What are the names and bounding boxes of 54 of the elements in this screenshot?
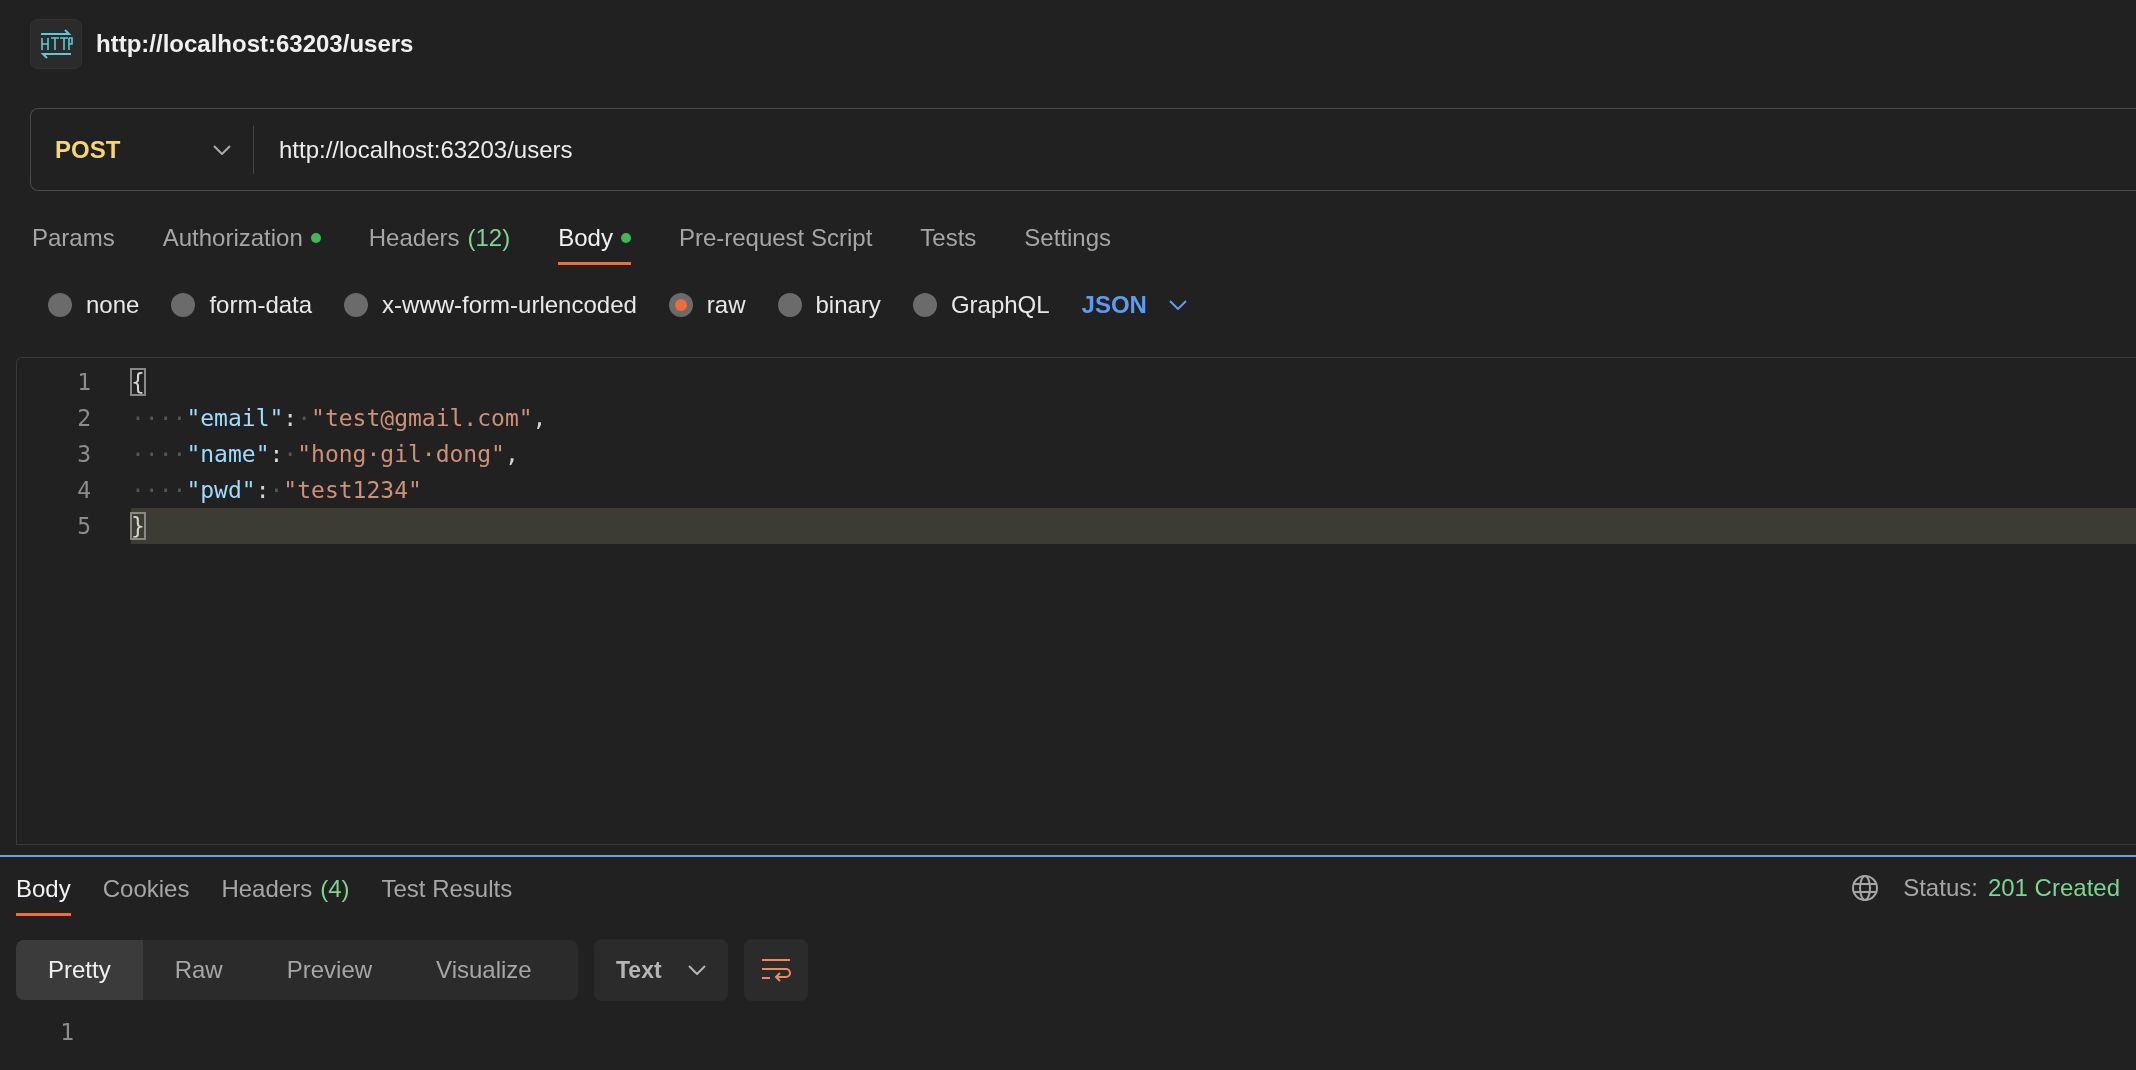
response-tab[interactable]: Test Results (381, 860, 513, 916)
status-value: 201 Created (1987, 874, 2120, 902)
request-tab[interactable]: Headers (12) (368, 209, 511, 265)
line-number: 3 (76, 441, 91, 467)
line-number: 4 (76, 477, 91, 503)
response-tab[interactable]: Headers (4) (221, 860, 350, 916)
line-number: 1 (59, 1019, 74, 1045)
method-dropdown[interactable]: POST (31, 109, 253, 190)
code-text: ····"name":·"hong·gil·dong", (131, 440, 520, 469)
view-mode-option[interactable]: Pretty (16, 940, 143, 1000)
view-mode-option[interactable]: Raw (142, 940, 255, 1000)
radio-label: GraphQL (950, 291, 1050, 319)
request-tab[interactable]: Body (558, 209, 631, 265)
view-mode-option[interactable]: Preview (254, 940, 405, 1000)
radio-label: none (86, 291, 140, 319)
body-type-radio[interactable]: raw (668, 291, 746, 319)
radio-label: form-data (209, 291, 313, 319)
url-field[interactable]: http://localhost:63203/users (254, 135, 2136, 164)
view-mode-option[interactable]: Visualize (404, 940, 564, 1000)
request-title: http://localhost:63203/users (96, 30, 414, 58)
format-dropdown[interactable]: Text (594, 939, 728, 1001)
code-text: ····"email":·"test@gmail.com", (131, 404, 548, 433)
request-tab[interactable]: Pre-request Script (678, 209, 873, 265)
line-number: 2 (76, 405, 91, 431)
radio-label: binary (815, 291, 881, 319)
response-tab[interactable]: Cookies (102, 860, 190, 916)
response-tab[interactable]: Body (16, 860, 71, 916)
request-tab[interactable]: Tests (920, 209, 977, 265)
count-label: (4) (320, 874, 350, 903)
chevron-down-icon (687, 965, 706, 975)
code-text: } (131, 508, 2136, 544)
body-type-radio[interactable]: binary (777, 291, 881, 319)
body-type-radio[interactable]: GraphQL (912, 291, 1050, 319)
format-dropdown[interactable]: JSON (1081, 291, 1187, 319)
count-label: (12) (467, 223, 511, 252)
code-text: { (131, 368, 146, 397)
line-number: 1 (76, 369, 91, 395)
wrap-lines-icon (759, 957, 792, 983)
body-type-radio[interactable]: form-data (171, 291, 313, 319)
chevron-down-icon (213, 144, 231, 155)
radio-label: raw (706, 291, 746, 319)
http-icon (30, 19, 82, 69)
request-tab[interactable]: Params (32, 209, 115, 265)
chevron-down-icon (1168, 300, 1187, 310)
body-type-radio[interactable]: none (48, 291, 140, 319)
request-tab[interactable]: Authorization (162, 209, 321, 265)
code-text: ····"pwd":·"test1234" (131, 476, 423, 505)
code-editor[interactable]: 1 { 2 ····"email":·"test@gmail.com", 3 ····"name":·"hong·gil·dong", 4 ····"pwd":·"test1234" 5 } (16, 357, 2136, 845)
status-label: Status: (1903, 874, 1978, 902)
wrap-lines-button[interactable] (743, 939, 808, 1001)
request-tab[interactable]: Settings (1024, 209, 1112, 265)
line-number: 5 (76, 513, 91, 539)
url-bar[interactable]: POST http://localhost:63203/users (30, 108, 2136, 191)
globe-icon[interactable] (1851, 874, 1880, 902)
